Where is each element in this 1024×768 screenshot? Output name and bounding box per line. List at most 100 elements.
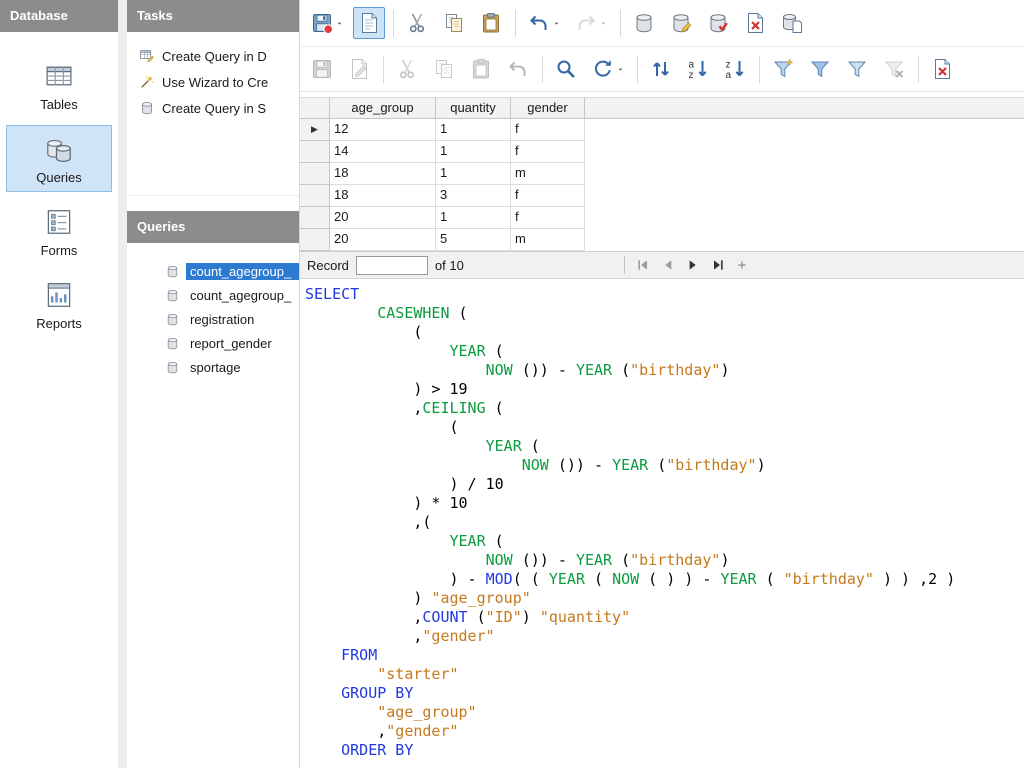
query-list-item-registration[interactable]: registration — [165, 309, 299, 330]
row-header[interactable] — [300, 141, 330, 163]
record-number-input[interactable] — [356, 256, 428, 275]
row-header[interactable] — [300, 229, 330, 251]
table-row: 141f — [300, 141, 1024, 163]
reset-filter-button[interactable] — [878, 53, 910, 85]
column-header-gender[interactable]: gender — [511, 98, 585, 119]
grid-cell[interactable]: 1 — [436, 119, 511, 141]
dropdown-arrow-icon[interactable] — [599, 19, 608, 28]
query-icon — [165, 360, 180, 375]
query-list-item-count-agegroup[interactable]: count_agegroup_ — [165, 261, 299, 282]
dropdown-arrow-icon[interactable] — [616, 65, 625, 74]
grid-corner-cell[interactable] — [300, 98, 330, 119]
undo-button[interactable] — [523, 7, 565, 39]
redo-button[interactable] — [570, 7, 612, 39]
sidebar-item-tables[interactable]: Tables — [6, 52, 112, 119]
grid-cell[interactable]: f — [511, 207, 585, 229]
task-item-create-query-in-s[interactable]: Create Query in S — [139, 99, 299, 117]
cut-icon — [405, 11, 429, 35]
sort-button[interactable] — [645, 53, 677, 85]
design-view-toggle-button[interactable] — [739, 7, 771, 39]
grid-cell[interactable]: 3 — [436, 185, 511, 207]
clear-query-button[interactable] — [665, 7, 697, 39]
dropdown-arrow-icon[interactable] — [335, 19, 344, 28]
dropdown-arrow-icon[interactable] — [552, 19, 561, 28]
table-row: 183f — [300, 185, 1024, 207]
sort-descending-button[interactable]: za — [719, 53, 751, 85]
pane-gap — [127, 196, 299, 211]
run-sql-directly-button[interactable] — [702, 7, 734, 39]
grid-cell[interactable]: 1 — [436, 207, 511, 229]
save-button[interactable] — [306, 7, 348, 39]
row-header[interactable] — [300, 163, 330, 185]
task-item-label: Create Query in D — [162, 49, 267, 64]
column-header-age-group[interactable]: age_group — [330, 98, 436, 119]
pane-splitter[interactable] — [118, 0, 127, 768]
copy-button[interactable] — [438, 7, 470, 39]
task-item-create-query-in-d[interactable]: Create Query in D — [139, 47, 299, 65]
apply-filter-button[interactable] — [804, 53, 836, 85]
column-header-quantity[interactable]: quantity — [436, 98, 511, 119]
cut-data-button[interactable] — [391, 53, 423, 85]
new-document-button[interactable] — [353, 7, 385, 39]
grid-cell[interactable]: 1 — [436, 141, 511, 163]
previous-record-button[interactable] — [657, 254, 680, 277]
paste-button[interactable] — [475, 7, 507, 39]
copy-data-button[interactable] — [428, 53, 460, 85]
sql-line: ) "age_group" — [305, 589, 1024, 608]
sql-line: ) * 10 — [305, 494, 1024, 513]
new-record-button[interactable] — [732, 254, 755, 277]
task-item-use-wizard-to-cre[interactable]: Use Wizard to Cre — [139, 73, 299, 91]
forms-icon — [44, 207, 74, 237]
row-header[interactable] — [300, 185, 330, 207]
grid-cell[interactable]: m — [511, 163, 585, 185]
grid-cell[interactable]: 18 — [330, 163, 436, 185]
query-icon — [165, 264, 180, 279]
sidebar-item-queries[interactable]: Queries — [6, 125, 112, 192]
grid-cell[interactable]: 20 — [330, 229, 436, 251]
grid-cell[interactable]: 5 — [436, 229, 511, 251]
new-doc-icon — [357, 11, 381, 35]
grid-cell[interactable]: 1 — [436, 163, 511, 185]
first-record-button[interactable] — [632, 254, 655, 277]
query-list-item-sportage[interactable]: sportage — [165, 357, 299, 378]
run-query-button[interactable] — [628, 7, 660, 39]
grid-cell[interactable]: 20 — [330, 207, 436, 229]
add-table-button[interactable] — [776, 7, 808, 39]
sidebar-item-reports[interactable]: Reports — [6, 271, 112, 338]
query-list-item-count-agegroup[interactable]: count_agegroup_ — [165, 285, 299, 306]
row-header[interactable]: ▶ — [300, 119, 330, 141]
data-to-text-button[interactable] — [926, 53, 958, 85]
sql-line: ,COUNT ("ID") "quantity" — [305, 608, 1024, 627]
toolbar-separator — [393, 10, 394, 37]
db-doc-icon — [780, 11, 804, 35]
middle-column: Tasks Create Query in DUse Wizard to Cre… — [127, 0, 300, 768]
find-record-button[interactable] — [550, 53, 582, 85]
paste-data-button[interactable] — [465, 53, 497, 85]
query-list: count_agegroup_ count_agegroup_ registrati… — [127, 243, 299, 378]
grid-cell[interactable]: m — [511, 229, 585, 251]
grid-cell[interactable]: f — [511, 119, 585, 141]
grid-cell[interactable]: 12 — [330, 119, 436, 141]
grid-cell[interactable]: f — [511, 141, 585, 163]
last-icon — [710, 257, 726, 273]
next-record-button[interactable] — [682, 254, 705, 277]
query-design-icon — [139, 48, 155, 64]
autofilter-button[interactable] — [767, 53, 799, 85]
row-header[interactable] — [300, 207, 330, 229]
undo-data-button[interactable] — [502, 53, 534, 85]
grid-cell[interactable]: f — [511, 185, 585, 207]
save-record-button[interactable] — [306, 53, 338, 85]
sort-ascending-button[interactable]: az — [682, 53, 714, 85]
query-icon — [165, 312, 180, 327]
sql-editor[interactable]: SELECT CASEWHEN ( ( YEAR ( NOW ()) - YEA… — [300, 279, 1024, 768]
cut-button[interactable] — [401, 7, 433, 39]
last-record-button[interactable] — [707, 254, 730, 277]
grid-cell[interactable]: 18 — [330, 185, 436, 207]
standard-filter-button[interactable] — [841, 53, 873, 85]
query-list-item-report-gender[interactable]: report_gender — [165, 333, 299, 354]
refresh-button[interactable] — [587, 53, 629, 85]
toolbar-separator — [383, 56, 384, 83]
edit-data-button[interactable] — [343, 53, 375, 85]
sidebar-item-forms[interactable]: Forms — [6, 198, 112, 265]
grid-cell[interactable]: 14 — [330, 141, 436, 163]
